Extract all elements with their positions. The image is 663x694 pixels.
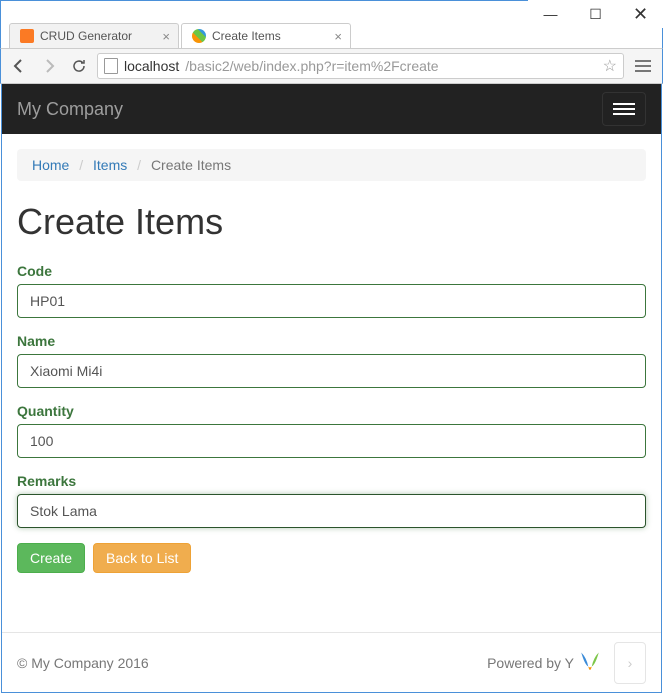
address-bar[interactable]: localhost/basic2/web/index.php?r=item%2F… — [97, 53, 624, 79]
create-button[interactable]: Create — [17, 543, 85, 573]
breadcrumb: Home / Items / Create Items — [17, 149, 646, 181]
hamburger-bar-icon — [613, 108, 635, 110]
hamburger-bar-icon — [613, 113, 635, 115]
xampp-icon — [20, 29, 34, 43]
yii-logo-icon — [576, 649, 604, 677]
minimize-button[interactable]: ― — [528, 0, 573, 28]
code-label: Code — [17, 263, 646, 279]
page-viewport: My Company Home / Items / Create Items C… — [1, 84, 662, 693]
close-tab-icon[interactable]: × — [162, 29, 170, 44]
remarks-label: Remarks — [17, 473, 646, 489]
page-footer: © My Company 2016 Powered by Y › — [2, 632, 661, 692]
footer-powered-by: Powered by Y › — [487, 642, 646, 684]
hamburger-bar-icon — [613, 103, 635, 105]
breadcrumb-home[interactable]: Home — [32, 157, 69, 173]
code-field[interactable] — [17, 284, 646, 318]
tab-title: Create Items — [212, 29, 281, 43]
form-group-quantity: Quantity — [17, 403, 646, 458]
navbar-brand[interactable]: My Company — [17, 99, 123, 120]
reload-button[interactable] — [67, 54, 91, 78]
debug-toolbar-toggle[interactable]: › — [614, 642, 646, 684]
window-controls: ― ☐ ✕ — [528, 0, 663, 28]
breadcrumb-separator: / — [131, 157, 147, 173]
form-group-name: Name — [17, 333, 646, 388]
form-group-code: Code — [17, 263, 646, 318]
tab-create-items[interactable]: Create Items × — [181, 23, 351, 48]
breadcrumb-current: Create Items — [151, 157, 231, 173]
powered-by-text: Powered by Y — [487, 655, 574, 671]
page-content: Home / Items / Create Items Create Items… — [2, 134, 661, 588]
form-buttons: Create Back to List — [17, 543, 646, 573]
page-title: Create Items — [17, 201, 646, 243]
breadcrumb-separator: / — [73, 157, 89, 173]
quantity-label: Quantity — [17, 403, 646, 419]
footer-copyright: © My Company 2016 — [17, 655, 149, 671]
reload-icon — [71, 58, 87, 74]
remarks-field[interactable] — [17, 494, 646, 528]
page-icon — [104, 58, 118, 74]
app-navbar: My Company — [2, 84, 661, 134]
bookmark-star-icon[interactable]: ☆ — [603, 56, 617, 76]
url-path: /basic2/web/index.php?r=item%2Fcreate — [185, 58, 438, 74]
browser-toolbar: localhost/basic2/web/index.php?r=item%2F… — [0, 48, 663, 84]
arrow-left-icon — [11, 58, 27, 74]
browser-menu-button[interactable] — [630, 53, 656, 79]
close-window-button[interactable]: ✕ — [618, 0, 663, 28]
name-label: Name — [17, 333, 646, 349]
arrow-right-icon — [41, 58, 57, 74]
form-group-remarks: Remarks — [17, 473, 646, 528]
quantity-field[interactable] — [17, 424, 646, 458]
tab-title: CRUD Generator — [40, 29, 132, 43]
back-button[interactable] — [7, 54, 31, 78]
maximize-button[interactable]: ☐ — [573, 0, 618, 28]
forward-button[interactable] — [37, 54, 61, 78]
breadcrumb-items[interactable]: Items — [93, 157, 127, 173]
navbar-toggle-button[interactable] — [602, 92, 646, 126]
close-tab-icon[interactable]: × — [334, 29, 342, 44]
tab-crud-generator[interactable]: CRUD Generator × — [9, 23, 179, 48]
hamburger-icon — [635, 60, 651, 72]
yii-icon — [192, 29, 206, 43]
url-host: localhost — [124, 58, 179, 74]
back-to-list-button[interactable]: Back to List — [93, 543, 191, 573]
name-field[interactable] — [17, 354, 646, 388]
